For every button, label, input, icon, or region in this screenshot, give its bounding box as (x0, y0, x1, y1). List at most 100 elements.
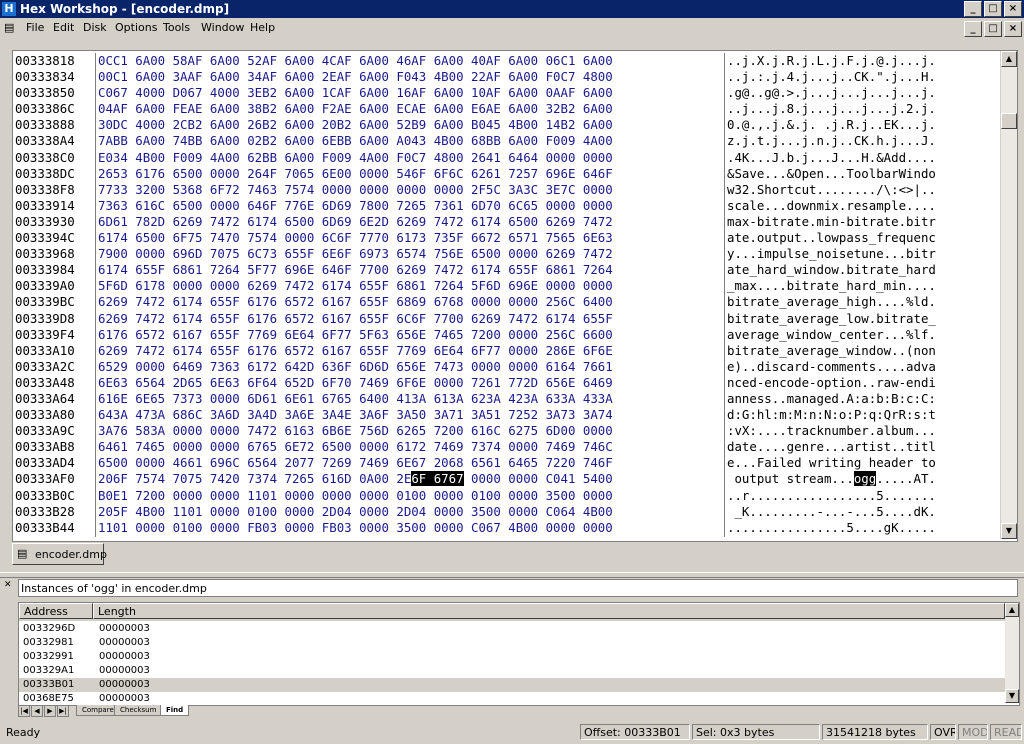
row-hex[interactable]: 6176 6572 6167 655F 7769 6E64 6F77 5F63 … (96, 327, 724, 343)
scroll-down-icon[interactable]: ▼ (1001, 523, 1017, 539)
row-ascii[interactable]: 0.@.,.j.&.j. .j.R.j..EK...j. (727, 117, 995, 133)
row-hex[interactable]: 206F 7574 7075 7420 7374 7265 616D 0A00 … (96, 471, 724, 487)
row-ascii[interactable]: output stream...ogg.....AT. (727, 471, 995, 487)
result-row[interactable]: 003329A1 00000003 (19, 664, 1005, 678)
ascii-text[interactable]: .....AT. (876, 471, 936, 486)
row-hex[interactable]: 6D61 782D 6269 7472 6174 6500 6D69 6E2D … (96, 214, 724, 230)
row-ascii[interactable]: bitrate_average_high....%ld. (727, 294, 995, 310)
row-hex[interactable]: E034 4B00 F009 4A00 62BB 6A00 F009 4A00 … (96, 150, 724, 166)
scroll-up-icon[interactable]: ▲ (1005, 603, 1019, 617)
panel-splitter[interactable] (0, 572, 1024, 578)
tab-find[interactable]: Find (160, 705, 190, 716)
row-ascii[interactable]: d:G:hl:m:M:n:N:o:P:q:QrR:s:t (727, 407, 995, 423)
hex-bytes[interactable]: 206F 7574 7075 7420 7374 7265 616D 0A00 … (98, 471, 411, 486)
menu-file[interactable]: File (26, 21, 44, 34)
result-row[interactable]: 00333B01 00000003 (19, 678, 1005, 692)
hex-selection[interactable]: 6F 6767 (411, 471, 464, 487)
row-ascii[interactable]: .g@..g@.>.j...j...j...j...j. (727, 85, 995, 101)
row-hex[interactable]: 00C1 6A00 3AAF 6A00 34AF 6A00 2EAF 6A00 … (96, 69, 724, 85)
row-hex[interactable]: B0E1 7200 0000 0000 1101 0000 0000 0000 … (96, 488, 724, 504)
minimize-button[interactable]: _ (964, 1, 982, 17)
row-hex[interactable]: 6500 0000 4661 696C 6564 2077 7269 7469 … (96, 455, 724, 471)
hex-bytes[interactable]: 0000 0000 C041 5400 (464, 471, 613, 486)
column-header-address[interactable]: Address (19, 603, 93, 619)
tab-checksum[interactable]: Checksum (114, 705, 163, 716)
row-hex[interactable]: 6174 6500 6F75 7470 7574 0000 6C6F 7770 … (96, 230, 724, 246)
row-ascii[interactable]: anness..managed.A:a:b:B:c:C: (727, 391, 995, 407)
row-hex[interactable]: 7363 616C 6500 0000 646F 776E 6D69 7800 … (96, 198, 724, 214)
scroll-up-icon[interactable]: ▲ (1001, 51, 1017, 67)
hex-editor[interactable]: 00333818 00333834 00333850 0033386C 00333888… (12, 50, 1018, 542)
ascii-column[interactable]: ..j.X.j.R.j.L.j.F.j.@.j...j. ..j.:.j.4.j.… (727, 53, 995, 536)
doc-restore-button[interactable]: □ (984, 21, 1002, 37)
result-row[interactable]: 00332981 00000003 (19, 636, 1005, 650)
row-hex[interactable]: 04AF 6A00 FEAE 6A00 38B2 6A00 F2AE 6A00 … (96, 101, 724, 117)
row-ascii[interactable]: nced-encode-option..raw-endi (727, 375, 995, 391)
row-hex[interactable]: 6269 7472 6174 655F 6176 6572 6167 655F … (96, 311, 724, 327)
row-ascii[interactable]: ate_hard_window.bitrate_hard (727, 262, 995, 278)
row-hex[interactable]: 7733 3200 5368 6F72 7463 7574 0000 0000 … (96, 182, 724, 198)
row-ascii[interactable]: max-bitrate.min-bitrate.bitr (727, 214, 995, 230)
document-icon[interactable]: ▤ (4, 21, 16, 35)
menu-window[interactable]: Window (201, 21, 244, 34)
row-hex[interactable]: 6461 7465 0000 0000 6765 6E72 6500 0000 … (96, 439, 724, 455)
result-row[interactable]: 0033296D 00000003 (19, 622, 1005, 636)
restore-button[interactable]: □ (984, 1, 1002, 17)
row-hex[interactable]: 616E 6E65 7373 0000 6D61 6E61 6765 6400 … (96, 391, 724, 407)
prev-tab-icon[interactable]: ◀ (31, 705, 43, 717)
last-tab-icon[interactable]: ▶| (57, 705, 69, 717)
row-hex[interactable]: 6269 7472 6174 655F 6176 6572 6167 655F … (96, 294, 724, 310)
row-ascii[interactable]: z.j.t.j...j.n.j..CK.h.j...J. (727, 133, 995, 149)
row-ascii[interactable]: _K.........-...-...5....dK. (727, 504, 995, 520)
row-hex[interactable]: 30DC 4000 2CB2 6A00 26B2 6A00 20B2 6A00 … (96, 117, 724, 133)
menu-disk[interactable]: Disk (83, 21, 107, 34)
menu-tools[interactable]: Tools (163, 21, 190, 34)
row-hex[interactable]: C067 4000 D067 4000 3EB2 6A00 1CAF 6A00 … (96, 85, 724, 101)
menu-help[interactable]: Help (250, 21, 275, 34)
doc-tab-encoder[interactable]: ▤ encoder.dmp (12, 543, 107, 565)
hex-column[interactable]: 0CC1 6A00 58AF 6A00 52AF 6A00 4CAF 6A00 … (95, 53, 725, 537)
row-ascii[interactable]: e)..discard-comments....adva (727, 359, 995, 375)
row-ascii[interactable]: y...impulse_noisetune...bitr (727, 246, 995, 262)
row-ascii[interactable]: date....genre...artist..titl (727, 439, 995, 455)
results-scrollbar[interactable]: ▲ ▼ (1005, 603, 1019, 703)
doc-close-button[interactable]: × (1004, 21, 1022, 37)
row-ascii[interactable]: ate.output..lowpass_frequenc (727, 230, 995, 246)
result-row[interactable]: 00368E75 00000003 (19, 692, 1005, 705)
ascii-text[interactable]: output stream... (727, 471, 853, 486)
close-button[interactable]: × (1004, 1, 1022, 17)
result-row[interactable]: 00332991 00000003 (19, 650, 1005, 664)
row-hex[interactable]: 6174 655F 6861 7264 5F77 696E 646F 7700 … (96, 262, 724, 278)
row-hex[interactable]: 7ABB 6A00 74BB 6A00 02B2 6A00 6EBB 6A00 … (96, 133, 724, 149)
row-ascii[interactable]: w32.Shortcut......../\:<>|.. (727, 182, 995, 198)
row-hex[interactable]: 0CC1 6A00 58AF 6A00 52AF 6A00 4CAF 6A00 … (96, 53, 724, 69)
row-ascii[interactable]: ..j.:.j.4.j...j..CK.".j...H. (727, 69, 995, 85)
row-ascii[interactable]: :vX:....tracknumber.album... (727, 423, 995, 439)
row-ascii[interactable]: ................5....gK..... (727, 520, 995, 536)
row-hex[interactable]: 6E63 6564 2D65 6E63 6F64 652D 6F70 7469 … (96, 375, 724, 391)
doc-minimize-button[interactable]: _ (964, 21, 982, 37)
row-ascii[interactable]: scale...downmix.resample.... (727, 198, 995, 214)
editor-scrollbar[interactable]: ▲ ▼ (1000, 51, 1017, 539)
row-hex[interactable]: 643A 473A 686C 3A6D 3A4D 3A6E 3A4E 3A6F … (96, 407, 724, 423)
row-hex[interactable]: 7900 0000 696D 7075 6C73 655F 6E6F 6973 … (96, 246, 724, 262)
row-ascii[interactable]: e...Failed writing header to (727, 455, 995, 471)
scroll-down-icon[interactable]: ▼ (1005, 689, 1019, 703)
row-ascii[interactable]: ..r.................5....... (727, 488, 995, 504)
row-hex[interactable]: 205F 4B00 1101 0000 0100 0000 2D04 0000 … (96, 504, 724, 520)
close-icon[interactable]: ✕ (4, 580, 12, 590)
title-bar[interactable]: H Hex Workshop - [encoder.dmp] _ □ × (0, 0, 1024, 18)
row-hex[interactable]: 6269 7472 6174 655F 6176 6572 6167 655F … (96, 343, 724, 359)
row-ascii[interactable]: &Save...&Open...ToolbarWindo (727, 166, 995, 182)
row-hex[interactable]: 6529 0000 6469 7363 6172 642D 636F 6D6D … (96, 359, 724, 375)
row-hex[interactable]: 1101 0000 0100 0000 FB03 0000 FB03 0000 … (96, 520, 724, 536)
first-tab-icon[interactable]: |◀ (18, 705, 30, 717)
results-list[interactable]: Address Length 0033296D 00000003 00332981 0… (18, 602, 1020, 706)
row-ascii[interactable]: .4K...J.b.j...J...H.&Add.... (727, 150, 995, 166)
ascii-selection[interactable]: ogg (853, 471, 877, 487)
column-header-length[interactable]: Length (93, 603, 1005, 619)
scroll-thumb[interactable] (1001, 113, 1017, 129)
row-hex[interactable]: 5F6D 6178 0000 0000 6269 7472 6174 655F … (96, 278, 724, 294)
menu-options[interactable]: Options (115, 21, 157, 34)
row-hex[interactable]: 3A76 583A 0000 0000 7472 6163 6B6E 756D … (96, 423, 724, 439)
